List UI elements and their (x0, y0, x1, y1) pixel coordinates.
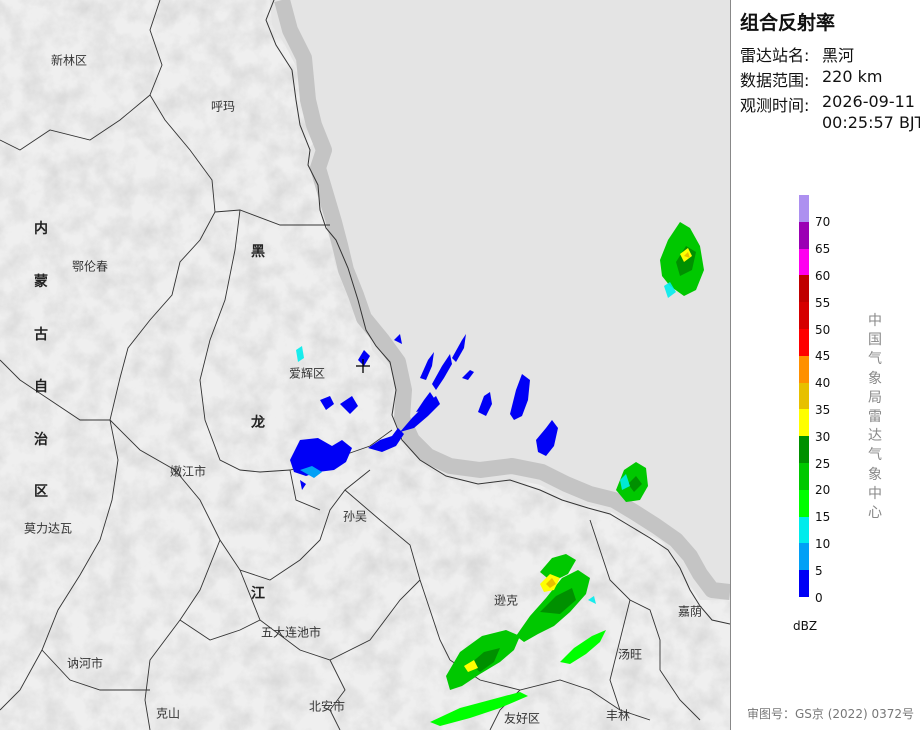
color-legend (799, 195, 809, 597)
place-label: 丰林 (605, 708, 631, 723)
legend-swatch (799, 328, 809, 356)
place-label: 莫力达瓦 (23, 521, 73, 536)
range-row: 数据范围: 220 km (740, 67, 882, 91)
place-label: 友好区 (503, 711, 541, 726)
legend-tick-label: 65 (815, 242, 831, 257)
legend-tick-label: 15 (815, 510, 831, 525)
legend-swatch (799, 570, 809, 597)
legend-tick-label: 5 (815, 563, 823, 578)
time-row: 观测时间: 2026-09-11 (740, 92, 915, 116)
legend-tick-label: 60 (815, 269, 831, 283)
range-label: 数据范围: (740, 71, 810, 90)
station-row: 雷达站名: 黑河 (740, 42, 854, 66)
approval-number: 审图号：GS京 (2022) 0372号 (747, 707, 914, 721)
legend-swatch (799, 221, 809, 249)
info-panel: 组合反射率 雷达站名: 黑河 数据范围: 220 km 观测时间: 2026-0… (731, 0, 920, 730)
legend-tick-label: 45 (815, 349, 831, 364)
region-label-char: 内 (34, 221, 48, 237)
place-label: 北安市 (308, 699, 346, 714)
legend-tick-label: 10 (815, 537, 831, 551)
region-label-char: 黑 (251, 244, 265, 260)
legend-swatch (799, 409, 809, 437)
agency-label: 中国气象局雷达气象中心 (868, 313, 882, 522)
region-label-char: 古 (34, 327, 48, 343)
region-label-char: 治 (34, 432, 48, 448)
legend-swatch (799, 516, 809, 544)
region-label-char: 区 (34, 484, 48, 500)
legend-tick-label: 30 (815, 429, 831, 444)
legend-swatch (799, 462, 809, 490)
legend-tick-label: 20 (815, 483, 831, 498)
legend-tick-label: 35 (815, 403, 831, 417)
legend-tick-label: 25 (815, 456, 831, 471)
place-label: 逊克 (493, 593, 519, 608)
legend-swatch (799, 195, 809, 222)
region-label-char: 蒙 (34, 274, 48, 290)
time-date: 2026-09-11 (822, 92, 915, 111)
place-label: 讷河市 (66, 656, 104, 671)
region-label-char: 龙 (251, 415, 265, 431)
product-title: 组合反射率 (740, 12, 836, 34)
time-clock: 00:25:57 BJT (822, 113, 920, 132)
legend-tick-label: 40 (815, 376, 831, 391)
place-label: 呼玛 (210, 99, 236, 114)
legend-swatch (799, 436, 809, 463)
time-label: 观测时间: (740, 96, 810, 115)
range-value: 220 km (822, 67, 883, 86)
legend-swatch (799, 248, 809, 276)
station-label: 雷达站名: (740, 46, 810, 65)
place-label: 鄂伦春 (71, 259, 109, 274)
legend-swatch (799, 275, 809, 303)
map-canvas (0, 0, 730, 730)
region-label-char: 江 (251, 586, 265, 602)
legend-swatch (799, 489, 809, 517)
place-label: 新林区 (50, 53, 88, 68)
region-label-char: 自 (34, 379, 48, 395)
legend-tick-label: 50 (815, 322, 831, 337)
station-value: 黑河 (822, 46, 855, 65)
place-label: 五大连池市 (260, 625, 322, 640)
legend-tick-label: 70 (815, 215, 831, 230)
legend-unit: dBZ (793, 619, 818, 633)
radar-map[interactable]: 新林区 呼玛 鄂伦春 爱辉区 嫩江市 孙吴 莫力达瓦 逊克 嘉荫 五大连池市 汤… (0, 0, 731, 730)
place-label: 爱辉区 (288, 366, 326, 381)
place-label: 克山 (155, 706, 181, 721)
legend-swatch (799, 543, 809, 571)
legend-tick-label: 0 (815, 590, 823, 605)
legend-swatch (799, 382, 809, 410)
legend-swatch (799, 355, 809, 383)
place-label: 嫩江市 (169, 464, 207, 479)
place-label: 汤旺 (617, 647, 643, 662)
place-label: 孙吴 (342, 509, 368, 524)
legend-swatch (799, 302, 809, 329)
place-label: 嘉荫 (677, 604, 703, 619)
legend-tick-label: 55 (815, 295, 831, 310)
